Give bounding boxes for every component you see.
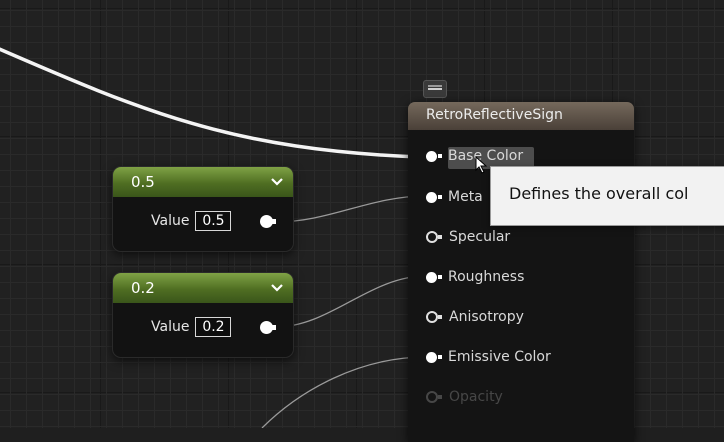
pin-label: Anisotropy bbox=[449, 309, 524, 325]
value-field[interactable]: 0.5 bbox=[195, 211, 232, 231]
pin-label: Opacity bbox=[449, 389, 503, 405]
chevron-down-icon[interactable] bbox=[269, 174, 285, 190]
value-label: Value bbox=[151, 213, 190, 229]
pin-specular[interactable]: Specular bbox=[426, 227, 510, 247]
pin-label: Roughness bbox=[448, 269, 525, 285]
material-node-title: RetroReflectiveSign bbox=[426, 107, 563, 123]
pin-connected-icon[interactable] bbox=[426, 150, 442, 162]
value-label: Value bbox=[151, 319, 190, 335]
value-field[interactable]: 0.2 bbox=[195, 317, 232, 337]
constant-node-1[interactable]: 0.5 Value 0.5 bbox=[112, 166, 294, 252]
constant-node-header[interactable]: 0.5 bbox=[113, 167, 293, 197]
pin-emissive-color[interactable]: Emissive Color bbox=[426, 347, 551, 367]
pin-anisotropy[interactable]: Anisotropy bbox=[426, 307, 524, 327]
pin-unconnected-icon[interactable] bbox=[426, 231, 442, 243]
pin-metallic[interactable]: Meta bbox=[426, 187, 483, 207]
tooltip-text: Defines the overall col bbox=[509, 184, 689, 203]
mouse-cursor-icon bbox=[475, 156, 488, 174]
pin-opacity[interactable]: Opacity bbox=[426, 387, 503, 407]
output-pin-arrow bbox=[271, 325, 276, 330]
pin-label: Emissive Color bbox=[448, 349, 551, 365]
pin-connected-icon[interactable] bbox=[426, 351, 442, 363]
pin-connected-icon[interactable] bbox=[426, 191, 442, 203]
pin-label: Specular bbox=[449, 229, 511, 245]
wire-base-color[interactable] bbox=[0, 45, 421, 159]
pin-connected-icon[interactable] bbox=[426, 271, 442, 283]
constant-node-header[interactable]: 0.2 bbox=[113, 273, 293, 303]
wire-metallic[interactable] bbox=[275, 195, 427, 223]
wire-roughness[interactable] bbox=[275, 275, 427, 328]
tooltip: Defines the overall col bbox=[490, 166, 724, 226]
constant-node-2[interactable]: 0.2 Value 0.2 bbox=[112, 272, 294, 358]
pin-label: Meta bbox=[448, 189, 483, 205]
pin-roughness[interactable]: Roughness bbox=[426, 267, 524, 287]
node-comment-icon[interactable] bbox=[423, 80, 447, 98]
output-pin-arrow bbox=[271, 219, 276, 224]
pin-unconnected-icon[interactable] bbox=[426, 311, 442, 323]
wire-emissive[interactable] bbox=[261, 356, 427, 428]
material-node-header[interactable]: RetroReflectiveSign bbox=[408, 102, 634, 130]
pin-unconnected-icon[interactable] bbox=[426, 391, 442, 403]
constant-node-title: 0.2 bbox=[131, 279, 155, 297]
chevron-down-icon[interactable] bbox=[269, 280, 285, 296]
constant-node-title: 0.5 bbox=[131, 173, 155, 191]
